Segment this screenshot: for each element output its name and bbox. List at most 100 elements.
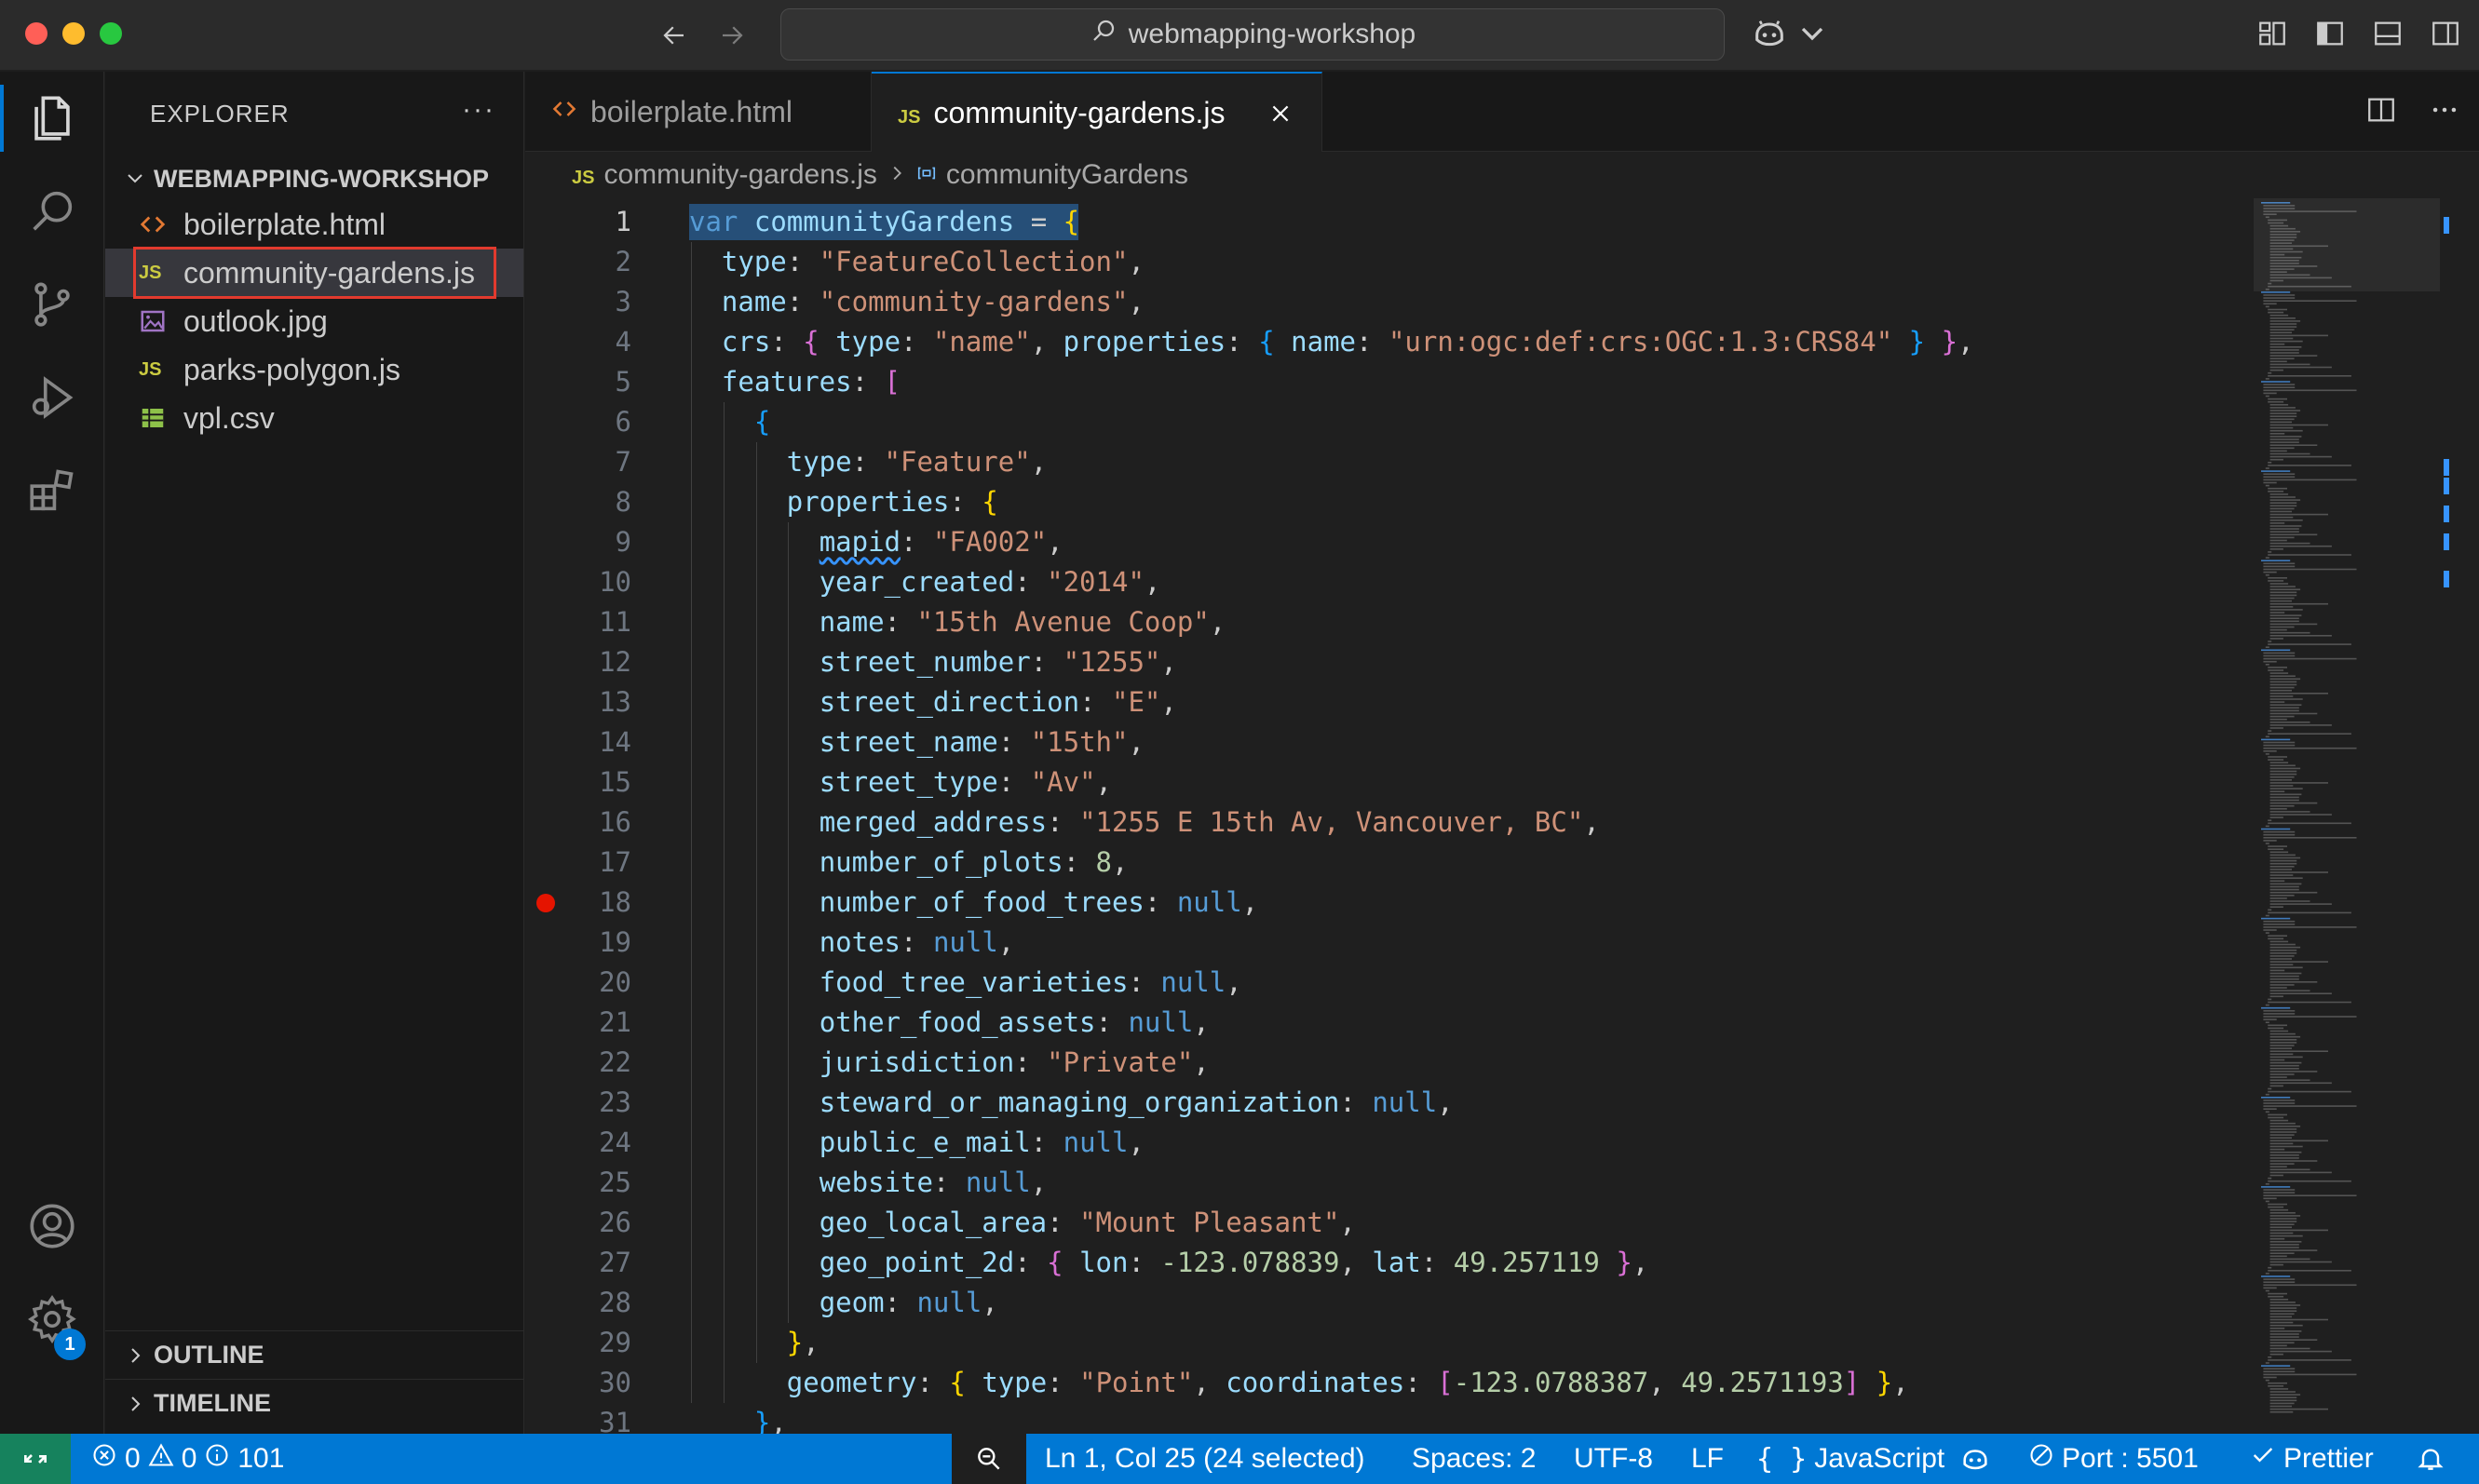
toggle-secondary-sidebar-icon[interactable]: [2429, 17, 2462, 50]
maximize-window-button[interactable]: [100, 22, 122, 45]
workspace-folder[interactable]: WEBMAPPING-WORKSHOP: [105, 155, 523, 202]
tab-boilerplate-html[interactable]: boilerplate.html: [525, 72, 872, 152]
customize-layout-icon[interactable]: [2255, 17, 2289, 50]
code-line[interactable]: 8 properties: {: [525, 482, 2239, 522]
command-center-search[interactable]: webmapping-workshop: [780, 8, 1725, 61]
run-and-debug-icon[interactable]: [0, 351, 104, 444]
code-line[interactable]: 10 year_created: "2014",: [525, 562, 2239, 602]
line-number: 27: [599, 1247, 631, 1278]
code-line[interactable]: 2 type: "FeatureCollection",: [525, 242, 2239, 282]
code-line[interactable]: 7 type: "Feature",: [525, 442, 2239, 482]
minimap-line: [2263, 481, 2277, 484]
code-line[interactable]: 21 other_food_assets: null,: [525, 1003, 2239, 1043]
code-line[interactable]: 5 features: [: [525, 362, 2239, 402]
breadcrumb-symbol[interactable]: communityGardens: [946, 159, 1188, 191]
code-line[interactable]: 15 street_type: "Av",: [525, 762, 2239, 803]
code-line[interactable]: 13 street_direction: "E",: [525, 682, 2239, 722]
file-item-outlook-jpg[interactable]: outlook.jpg: [105, 297, 523, 345]
problems-indicator[interactable]: 0 0 101: [91, 1434, 284, 1484]
code-line[interactable]: 23 steward_or_managing_organization: nul…: [525, 1083, 2239, 1123]
breadcrumb-file[interactable]: community-gardens.js: [603, 159, 876, 191]
minimap-line: [2269, 906, 2283, 908]
minimap-line: [2269, 681, 2297, 683]
copilot-status-icon[interactable]: [1959, 1434, 1991, 1484]
code-line[interactable]: 25 website: null,: [525, 1163, 2239, 1203]
remote-indicator-icon[interactable]: [0, 1434, 71, 1484]
line-number: 31: [599, 1407, 631, 1434]
code-line[interactable]: 9 mapid: "FA002",: [525, 522, 2239, 562]
code-line[interactable]: 24 public_e_mail: null,: [525, 1123, 2239, 1163]
code-line[interactable]: 6 {: [525, 402, 2239, 442]
minimap-line: [2268, 935, 2287, 937]
code-line[interactable]: 17 number_of_plots: 8,: [525, 843, 2239, 883]
explorer-icon[interactable]: [0, 72, 104, 165]
code-line[interactable]: 30 geometry: { type: "Point", coordinate…: [525, 1363, 2239, 1403]
copilot-menu-button[interactable]: [1751, 15, 1831, 56]
minimize-window-button[interactable]: [62, 22, 85, 45]
back-arrow-icon[interactable]: [656, 17, 693, 54]
code-line[interactable]: 19 notes: null,: [525, 923, 2239, 963]
file-item-vpl-csv[interactable]: vpl.csv: [105, 394, 523, 442]
code-line[interactable]: 31 },: [525, 1403, 2239, 1434]
cursor-position[interactable]: Ln 1, Col 25 (24 selected): [1045, 1434, 1365, 1484]
end-of-line[interactable]: LF: [1691, 1434, 1724, 1484]
code-text: {: [753, 406, 771, 438]
language-mode[interactable]: { } JavaScript: [1756, 1434, 1944, 1484]
search-icon: [1090, 17, 1118, 52]
file-item-community-gardens-js[interactable]: JS community-gardens.js: [105, 247, 523, 299]
notifications-bell-icon[interactable]: [2416, 1434, 2445, 1484]
extensions-icon[interactable]: [0, 444, 104, 537]
code-line[interactable]: 22 jurisdiction: "Private",: [525, 1043, 2239, 1083]
code-line[interactable]: 27 geo_point_2d: { lon: -123.078839, lat…: [525, 1243, 2239, 1283]
split-editor-icon[interactable]: [2364, 92, 2399, 128]
close-window-button[interactable]: [25, 22, 47, 45]
close-icon[interactable]: [1266, 99, 1295, 128]
minimap-line: [2269, 964, 2294, 965]
code-line[interactable]: 28 geom: null,: [525, 1283, 2239, 1323]
minimap-line: [2265, 1004, 2269, 1006]
code-line[interactable]: 11 name: "15th Avenue Coop",: [525, 602, 2239, 642]
code-line[interactable]: 12 street_number: "1255",: [525, 642, 2239, 682]
minimap-line: [2269, 591, 2297, 594]
timeline-section[interactable]: TIMELINE: [105, 1379, 523, 1427]
tab-community-gardens-js[interactable]: JS community-gardens.js: [872, 72, 1322, 153]
minimap-line: [2268, 1266, 2272, 1269]
minimap-line: [2269, 1128, 2297, 1130]
prettier-status[interactable]: Prettier: [2250, 1434, 2374, 1484]
outline-section[interactable]: OUTLINE: [105, 1330, 523, 1379]
minimap-line: [2269, 507, 2295, 510]
code-line[interactable]: 18 number_of_food_trees: null,: [525, 883, 2239, 923]
code-line[interactable]: 26 geo_local_area: "Mount Pleasant",: [525, 1203, 2239, 1243]
code-editor[interactable]: 1 var communityGardens = {2 type: "Featur…: [525, 198, 2479, 1434]
minimap-line: [2269, 802, 2318, 804]
zoom-search-icon[interactable]: [952, 1434, 1026, 1484]
source-control-icon[interactable]: [0, 258, 104, 351]
file-item-parks-polygon-js[interactable]: JS parks-polygon.js: [105, 345, 523, 394]
code-line[interactable]: 29 },: [525, 1323, 2239, 1363]
code-line[interactable]: 3 name: "community-gardens",: [525, 282, 2239, 322]
minimap-line: [2269, 1079, 2310, 1081]
minimap-line: [2261, 649, 2291, 652]
line-number: 6: [615, 406, 631, 438]
minimap-line: [2269, 450, 2287, 452]
forward-arrow-icon[interactable]: [713, 17, 751, 54]
code-line[interactable]: 4 crs: { type: "name", properties: { nam…: [525, 322, 2239, 362]
indentation[interactable]: Spaces: 2: [1412, 1434, 1536, 1484]
accounts-icon[interactable]: [0, 1180, 104, 1273]
code-line[interactable]: 16 merged_address: "1255 E 15th Av, Vanc…: [525, 803, 2239, 843]
code-line[interactable]: 14 street_name: "15th",: [525, 722, 2239, 762]
encoding[interactable]: UTF-8: [1574, 1434, 1653, 1484]
code-line[interactable]: 20 food_tree_varieties: null,: [525, 963, 2239, 1003]
explorer-more-actions-button[interactable]: ···: [462, 94, 495, 126]
settings-gear-icon[interactable]: 1: [0, 1273, 104, 1366]
toggle-primary-sidebar-icon[interactable]: [2313, 17, 2347, 50]
minimap-line: [2263, 294, 2296, 296]
toggle-panel-icon[interactable]: [2371, 17, 2404, 50]
minimap[interactable]: [2254, 198, 2449, 1434]
search-icon[interactable]: [0, 165, 104, 258]
editor-more-actions-icon[interactable]: [2427, 92, 2462, 128]
code-line[interactable]: 1 var communityGardens = {: [525, 202, 2239, 242]
minimap-line: [2269, 1342, 2295, 1344]
live-server-port[interactable]: Port : 5501: [2028, 1434, 2199, 1484]
file-item-boilerplate-html[interactable]: boilerplate.html: [105, 200, 523, 249]
